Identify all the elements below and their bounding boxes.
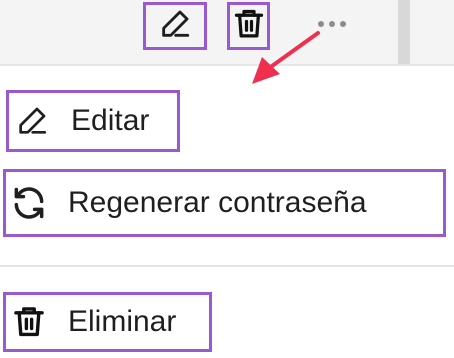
menu-divider	[0, 265, 454, 267]
menu-item-label: Editar	[71, 104, 150, 137]
more-horizontal-icon	[318, 21, 346, 27]
scrollbar[interactable]	[398, 0, 410, 64]
pencil-icon	[158, 7, 192, 46]
menu-item-edit[interactable]: Editar	[6, 90, 180, 152]
toolbar	[0, 0, 454, 64]
trash-icon	[6, 305, 52, 339]
menu-item-regenerate-password[interactable]: Regenerar contraseña	[3, 169, 446, 237]
trash-icon	[234, 7, 264, 46]
edit-button[interactable]	[143, 2, 207, 50]
menu-item-label: Regenerar contraseña	[68, 186, 367, 219]
refresh-icon	[6, 184, 52, 222]
menu-item-delete[interactable]: Eliminar	[3, 292, 212, 352]
more-options-button[interactable]	[308, 0, 356, 48]
delete-button[interactable]	[227, 2, 270, 50]
menu-item-label: Eliminar	[68, 305, 177, 338]
dropdown-menu: Editar Regenerar contraseña Eliminar	[0, 66, 454, 358]
pencil-icon	[9, 104, 55, 138]
